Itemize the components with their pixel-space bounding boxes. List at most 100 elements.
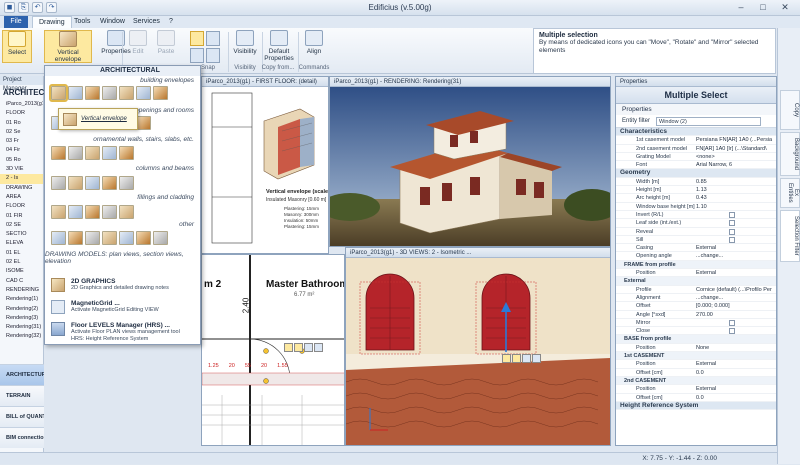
tree-item[interactable]: CAD C [0,277,43,286]
tree-item[interactable]: 02 Se [0,128,43,137]
property-row[interactable]: Window base height [m] 1.10 [616,203,776,211]
element-type-icon[interactable] [51,231,66,245]
property-row[interactable]: Position None [616,344,776,353]
tree-item[interactable]: 03 Fr [0,137,43,146]
property-section[interactable]: FRAME from profile [616,260,776,270]
render-view[interactable]: iParco_2013(g1) - RENDERING: Rendering(3… [329,76,611,247]
property-row[interactable]: Leaf side (int./ext.) [616,219,776,228]
element-type-icon[interactable] [136,231,151,245]
tree-item[interactable]: FLOOR [0,202,43,211]
element-type-icon[interactable] [153,86,168,100]
element-type-icon[interactable] [51,146,66,160]
property-value[interactable]: External [696,385,716,392]
property-value[interactable]: External [696,269,716,276]
element-type-icon[interactable] [49,84,68,102]
element-type-icon[interactable] [119,176,134,190]
property-value[interactable]: 1.13 [696,186,707,193]
property-row[interactable]: Close [616,327,776,336]
element-type-icon[interactable] [68,205,83,219]
element-type-icon[interactable] [136,86,151,100]
close-button[interactable]: ✕ [774,1,796,14]
edit-button[interactable]: Edit [126,30,150,55]
element-type-icon[interactable] [119,231,134,245]
property-row[interactable]: 2nd casement model FN[AR] 1A0 [Ir] (...\S… [616,145,776,153]
move-icon[interactable] [502,354,511,363]
module-bill-of-quantities[interactable]: BILL of QUANTITIES (PriMus) [0,406,44,427]
element-type-icon[interactable] [85,146,100,160]
element-type-icon[interactable] [119,86,134,100]
property-value[interactable]: None [696,344,709,351]
tree-item[interactable]: 01 FIR [0,212,43,221]
mirror-icon[interactable] [522,354,531,363]
property-checkbox[interactable] [729,236,735,243]
property-value[interactable]: FN[AR] 1A0 [Ir] (...\Standard\ [696,145,767,152]
plan-view[interactable]: m 2 2.40 Master Bathroom 6.77 m² 1.25 20… [201,254,345,446]
element-type-icon[interactable] [102,86,117,100]
tab-help[interactable]: ? [163,16,179,28]
tree-item[interactable]: SECTIO [0,230,43,239]
tree-item[interactable]: 02 SE [0,221,43,230]
isometric-view[interactable]: iParco_2013(g1) - 3D VIEWS: 2 - Isometri… [345,247,611,446]
tree-item[interactable]: RENDERING [0,286,43,295]
property-row[interactable]: Offset [0.000; 0.000] [616,302,776,311]
property-value[interactable]: External [696,360,716,367]
vertical-envelope-button[interactable]: Vertical envelope [44,30,92,63]
property-row[interactable]: Offset [cm] 0.0 [616,369,776,377]
property-row[interactable]: Height [m] 1.13 [616,186,776,195]
property-row[interactable]: Sill [616,236,776,245]
element-type-icon[interactable] [136,116,151,130]
maximize-button[interactable]: □ [752,1,774,14]
element-type-icon[interactable] [68,231,83,245]
lock-icon[interactable] [532,354,541,363]
ortho-icon[interactable] [190,48,204,63]
property-value[interactable]: [0.000; 0.000] [696,302,730,309]
tab-drawing[interactable]: Drawing [32,16,72,28]
tree-item[interactable]: 01 EL [0,249,43,258]
property-row[interactable]: Grating Model <none> [616,153,776,162]
property-section[interactable]: Characteristics [616,128,776,137]
property-row[interactable]: Mirror [616,319,776,328]
tab-window[interactable]: Window [94,16,131,28]
property-checkbox[interactable] [729,228,735,235]
property-value[interactable]: Persiana FN[AR] 1A0 (...Persia [696,136,772,143]
property-checkbox[interactable] [729,220,735,227]
property-section[interactable]: External [616,277,776,286]
element-type-icon[interactable] [85,231,100,245]
visibility-button[interactable]: Visibility [230,30,260,55]
mirror-icon[interactable] [304,343,313,352]
property-section[interactable]: Geometry [616,169,776,178]
module-terrain[interactable]: TERRAIN [0,385,44,406]
property-section[interactable]: 1st CASEMENT [616,352,776,361]
tree-item[interactable]: Rendering(31) [0,323,43,332]
element-type-icon[interactable] [119,146,134,160]
tree-item[interactable]: Rendering(2) [0,305,43,314]
property-value[interactable]: ...change... [696,294,723,301]
tab-background[interactable]: Background [780,132,800,176]
tree-item[interactable]: 05 Ro [0,156,43,165]
tab-selection-filter[interactable]: Selection Filter [780,210,800,262]
property-row[interactable]: Casing External [616,244,776,253]
element-type-icon[interactable] [85,176,100,190]
element-type-icon[interactable] [51,176,66,190]
property-section[interactable]: 2nd CASEMENT [616,376,776,386]
element-type-icon[interactable] [153,231,168,245]
paste-button[interactable]: Paste [154,30,178,55]
element-type-icon[interactable] [68,86,83,100]
property-row[interactable]: Position External [616,360,776,369]
detail-view[interactable]: iParco_2013(g1) - FIRST FLOOR: (detail) … [201,76,342,254]
property-row[interactable]: Width [m] 0.85 [616,178,776,187]
element-type-icon[interactable] [119,205,134,219]
property-value[interactable]: External [696,244,716,251]
rotate-icon[interactable] [294,343,303,352]
property-value[interactable]: 0.85 [696,178,707,185]
property-row[interactable]: Invert (R/L) [616,211,776,220]
element-type-icon[interactable] [68,146,83,160]
tree-item[interactable]: FLOOR [0,109,43,118]
property-row[interactable]: Offset [cm] 0.0 [616,394,776,402]
property-row[interactable]: Profile Cornice (default) (...\Profilo Pe… [616,286,776,294]
property-row[interactable]: Opening angle ...change... [616,252,776,261]
element-type-icon[interactable] [102,146,117,160]
tree-item[interactable]: 2 - Is [0,174,43,184]
tree-item[interactable]: ISOME [0,267,43,276]
property-row[interactable]: Angle [°sxd] 270.00 [616,311,776,319]
